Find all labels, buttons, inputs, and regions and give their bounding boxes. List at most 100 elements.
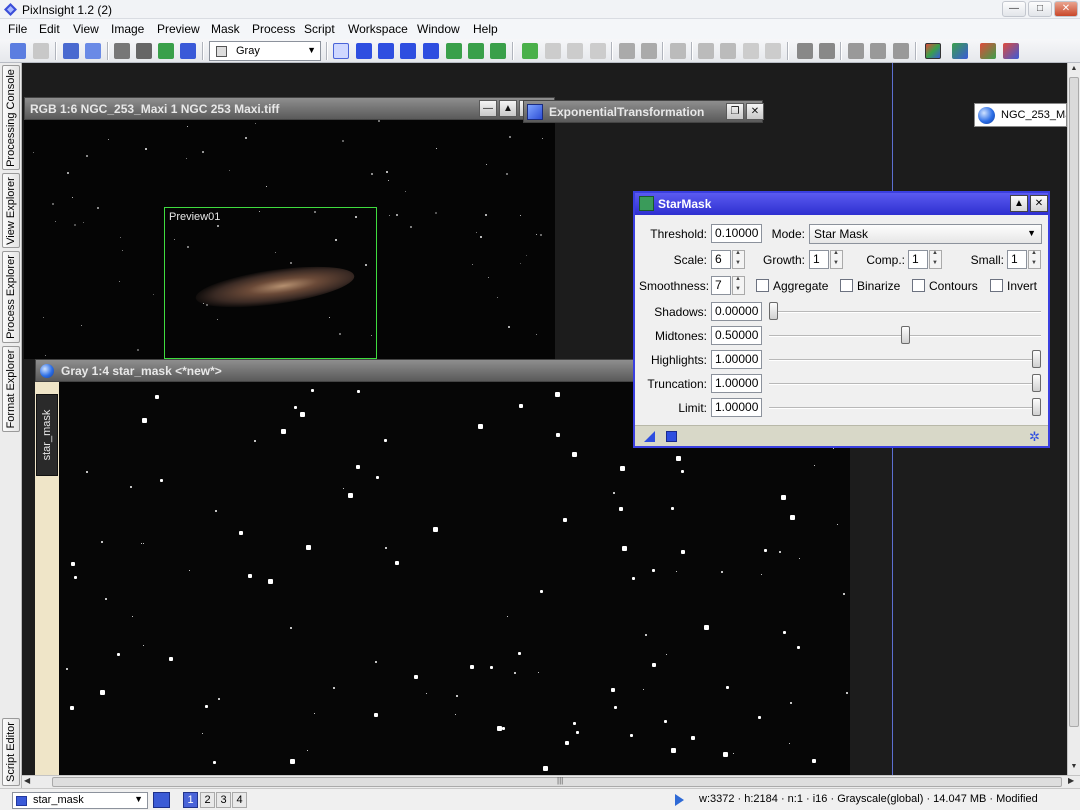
minimize-button[interactable]: — xyxy=(1002,1,1026,17)
window-cascade-icon[interactable] xyxy=(698,43,714,59)
menu-image[interactable]: Image xyxy=(111,22,144,36)
explorer-icon[interactable] xyxy=(797,43,813,59)
menu-window[interactable]: Window xyxy=(417,22,460,36)
play-icon[interactable] xyxy=(675,794,684,806)
rgb-window-titlebar[interactable]: RGB 1:6 NGC_253_Maxi 1 NGC 253 Maxi.tiff… xyxy=(24,97,555,120)
vertical-scroll-thumb[interactable] xyxy=(1069,77,1079,727)
zoom-out-icon[interactable] xyxy=(378,43,394,59)
new-preview-icon[interactable] xyxy=(446,43,462,59)
smoothness-input[interactable]: 7 xyxy=(711,276,731,295)
duplicate-image-icon[interactable] xyxy=(85,43,101,59)
scroll-right-icon[interactable]: ▶ xyxy=(1068,776,1074,785)
shadows-slider[interactable] xyxy=(769,302,778,320)
maximize-button[interactable]: □ xyxy=(1028,1,1052,17)
window-arrange-icon[interactable] xyxy=(743,43,759,59)
workspace-4-button[interactable]: 4 xyxy=(232,792,247,808)
tab-process-explorer[interactable]: Process Explorer xyxy=(2,251,20,343)
invert-checkbox[interactable] xyxy=(990,279,1003,292)
menu-preview[interactable]: Preview xyxy=(157,22,200,36)
apply-icon[interactable] xyxy=(666,431,677,442)
shade-icon[interactable]: ▲ xyxy=(1010,195,1028,212)
tab-processing-console[interactable]: Processing Console xyxy=(2,65,20,170)
tab-format-explorer[interactable]: Format Explorer xyxy=(2,346,20,432)
scroll-up-icon[interactable]: ▲ xyxy=(1068,63,1080,75)
workspace-2-button[interactable]: 2 xyxy=(200,792,215,808)
horizontal-scrollbar[interactable]: ◀ ||| ▶ xyxy=(22,775,1080,788)
preferences-icon[interactable] xyxy=(893,43,909,59)
comp-spinner[interactable] xyxy=(929,250,942,269)
smoothness-spinner[interactable] xyxy=(732,276,745,295)
menu-process[interactable]: Process xyxy=(252,22,295,36)
rgb-image-window[interactable]: RGB 1:6 NGC_253_Maxi 1 NGC 253 Maxi.tiff… xyxy=(24,97,555,359)
contours-checkbox[interactable] xyxy=(912,279,925,292)
color-channel-icon[interactable] xyxy=(980,43,996,59)
growth-spinner[interactable] xyxy=(830,250,843,269)
settings-icon[interactable] xyxy=(848,43,864,59)
readout-mode-icon[interactable] xyxy=(333,43,349,59)
global-settings-icon[interactable] xyxy=(870,43,886,59)
process-explorer-icon[interactable] xyxy=(819,43,835,59)
image-frame-icon[interactable] xyxy=(136,43,152,59)
highlights-input[interactable]: 1.00000 xyxy=(711,350,762,369)
shadows-input[interactable]: 0.00000 xyxy=(711,302,762,321)
scroll-down-icon[interactable]: ▼ xyxy=(1068,761,1080,773)
new-image-icon[interactable] xyxy=(63,43,79,59)
zoom-fit-icon[interactable] xyxy=(400,43,416,59)
undo-icon[interactable] xyxy=(10,43,26,59)
image-add-icon[interactable] xyxy=(158,43,174,59)
mask-icon[interactable] xyxy=(522,43,538,59)
channel-icon[interactable] xyxy=(952,43,968,59)
color-space-select[interactable]: Gray ▼ xyxy=(209,41,321,61)
preview-rectangle[interactable]: Preview01 xyxy=(164,207,377,359)
scale-spinner[interactable] xyxy=(732,250,745,269)
process-history-icon[interactable] xyxy=(641,43,657,59)
workspace-3-button[interactable]: 3 xyxy=(216,792,231,808)
menu-view[interactable]: View xyxy=(73,22,99,36)
restore-icon[interactable]: ❐ xyxy=(726,103,744,120)
scale-input[interactable]: 6 xyxy=(711,250,731,269)
zoom-in-icon[interactable] xyxy=(356,43,372,59)
star-mask-view-tab[interactable]: star_mask xyxy=(36,394,58,476)
tab-script-editor[interactable]: Script Editor xyxy=(2,718,20,786)
mode-select[interactable]: Star Mask ▼ xyxy=(809,224,1042,244)
workspace-1-button[interactable]: 1 xyxy=(183,792,198,808)
midtones-input[interactable]: 0.50000 xyxy=(711,326,762,345)
exponential-transformation-window[interactable]: ExponentialTransformation ❐ ✕ xyxy=(523,100,764,123)
close-icon[interactable]: ✕ xyxy=(1030,195,1048,212)
menu-mask[interactable]: Mask xyxy=(211,22,240,36)
highlights-slider[interactable] xyxy=(1032,350,1041,368)
new-instance-icon[interactable] xyxy=(644,431,655,442)
script-icon[interactable] xyxy=(670,43,686,59)
menu-help[interactable]: Help xyxy=(473,22,498,36)
tab-view-explorer[interactable]: View Explorer xyxy=(2,173,20,248)
lightness-icon[interactable] xyxy=(1003,43,1019,59)
mask-show-icon[interactable] xyxy=(590,43,606,59)
minimize-icon[interactable]: — xyxy=(479,100,497,117)
redo-icon[interactable] xyxy=(33,43,49,59)
ngc-image-icon[interactable]: NGC_253_Maxi xyxy=(974,103,1067,127)
small-spinner[interactable] xyxy=(1028,250,1041,269)
window-icons-icon[interactable] xyxy=(765,43,781,59)
small-input[interactable]: 1 xyxy=(1007,250,1027,269)
view-properties-icon[interactable] xyxy=(153,792,170,808)
aggregate-checkbox[interactable] xyxy=(756,279,769,292)
threshold-input[interactable]: 0.10000 xyxy=(711,224,762,243)
menu-workspace[interactable]: Workspace xyxy=(348,22,408,36)
mask-invert-icon[interactable] xyxy=(567,43,583,59)
midtones-slider[interactable] xyxy=(900,326,910,344)
close-button[interactable]: ✕ xyxy=(1054,1,1078,17)
comp-input[interactable]: 1 xyxy=(908,250,928,269)
rgb-image-canvas[interactable]: Preview01 xyxy=(24,120,555,359)
image-adjust-icon[interactable] xyxy=(180,43,196,59)
mask-remove-icon[interactable] xyxy=(545,43,561,59)
edit-preview-icon[interactable] xyxy=(468,43,484,59)
scroll-left-icon[interactable]: ◀ xyxy=(24,776,30,785)
growth-input[interactable]: 1 xyxy=(809,250,829,269)
reset-icon[interactable]: ✲ xyxy=(1029,429,1040,445)
rgb-channel-icon[interactable] xyxy=(925,43,941,59)
pan-mode-icon[interactable] xyxy=(423,43,439,59)
truncation-slider[interactable] xyxy=(1032,374,1041,392)
window-tile-icon[interactable] xyxy=(720,43,736,59)
binarize-checkbox[interactable] xyxy=(840,279,853,292)
close-icon[interactable]: ✕ xyxy=(746,103,764,120)
